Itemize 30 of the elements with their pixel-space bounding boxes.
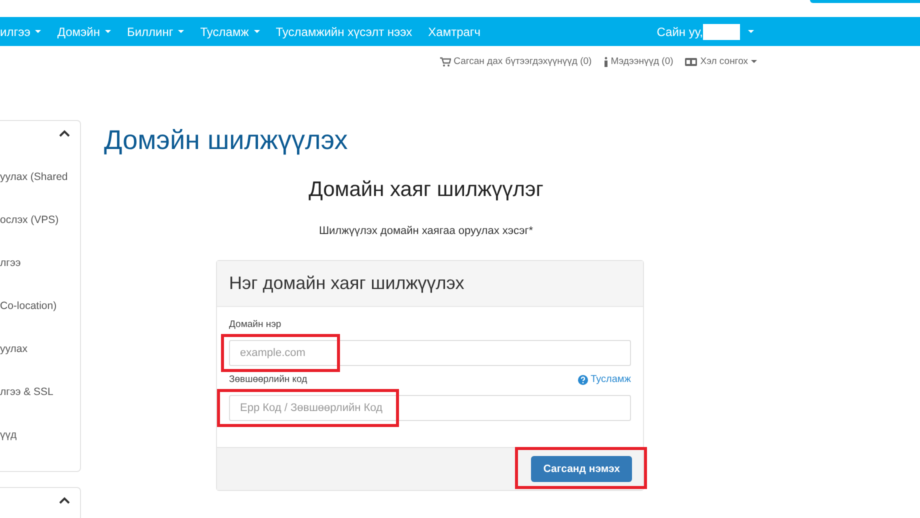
text-input-field[interactable]: example.com bbox=[229, 340, 631, 366]
help-icon bbox=[578, 374, 588, 384]
page-title: Домэйн шилжүүлэх bbox=[104, 125, 349, 156]
sidebar-item[interactable]: ослэх (VPS) bbox=[0, 214, 80, 230]
sidebar-item[interactable]: лгээ bbox=[0, 257, 80, 273]
toolbar-link[interactable]: Сагсан дах бүтээгдэхүүнүүд (0) bbox=[440, 56, 592, 67]
chevron-up-icon[interactable] bbox=[59, 497, 70, 504]
field-label: Домайн нэр bbox=[229, 319, 282, 330]
caret-icon bbox=[748, 30, 754, 33]
sidebar-item[interactable]: уулах bbox=[0, 343, 80, 359]
info-icon bbox=[604, 56, 608, 66]
sidebar-item[interactable]: уулах (Shared bbox=[0, 171, 80, 187]
redacted-username bbox=[703, 24, 740, 40]
section-description: Шилжүүлэх домайн хаягаа оруулах хэсэг* bbox=[318, 225, 534, 237]
greeting-text: Сайн уу, bbox=[656, 24, 703, 38]
help-link[interactable]: Тусламж bbox=[578, 374, 631, 385]
cart-icon bbox=[440, 56, 451, 66]
add-to-cart-button[interactable]: Сагсанд нэмэх bbox=[531, 456, 632, 482]
caret-icon bbox=[751, 60, 757, 63]
text-input-field[interactable]: Ерр Код / Зөвшөөрлийн Код bbox=[229, 395, 631, 421]
toolbar-link[interactable]: Мэдээнүүд (0) bbox=[604, 56, 674, 67]
sidebar-item[interactable]: Co-location) bbox=[0, 300, 80, 316]
sidebar-item[interactable]: лгээ & SSL bbox=[0, 386, 80, 402]
sidebar-item[interactable]: үүд bbox=[0, 429, 80, 445]
chevron-up-icon[interactable] bbox=[59, 130, 70, 137]
section-heading: Домайн хаяг шилжүүлэг bbox=[308, 178, 544, 202]
language-icon bbox=[685, 58, 698, 66]
card-title: Нэг домайн хаяг шилжүүлэх bbox=[217, 261, 643, 307]
field-label: Зөвшөөрлийн код bbox=[229, 374, 308, 385]
toolbar-link[interactable]: Хэл сонгох bbox=[685, 56, 757, 67]
